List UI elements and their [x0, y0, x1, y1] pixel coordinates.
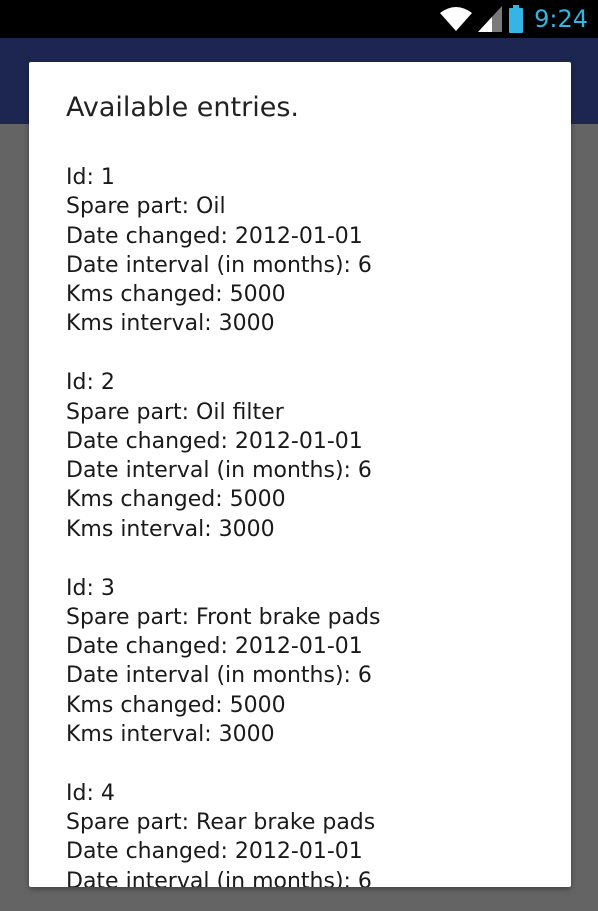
entry-kms-changed: Kms changed: 5000 [66, 692, 286, 718]
entry-kms-interval: Kms interval: 3000 [66, 311, 275, 337]
entry-item: Id: 2 Spare part: Oil filter Date changed:… [66, 368, 556, 544]
entry-date-interval: Date interval (in months): 6 [66, 252, 372, 278]
entry-item: Id: 3 Spare part: Front brake pads Date ch… [66, 574, 556, 750]
entry-item: Id: 1 Spare part: Oil Date changed: 2012-0… [66, 163, 556, 339]
status-icons: 9:24 [440, 4, 588, 34]
entry-date-changed: Date changed: 2012-01-01 [66, 428, 363, 454]
entry-date-changed: Date changed: 2012-01-01 [66, 839, 363, 865]
entry-spare-part: Spare part: Rear brake pads [66, 810, 376, 836]
entry-kms-changed: Kms changed: 5000 [66, 487, 286, 513]
wifi-icon [440, 6, 473, 32]
dialog-title: Available entries. [66, 92, 299, 123]
entry-kms-interval: Kms interval: 3000 [66, 516, 275, 542]
entry-spare-part: Spare part: Front brake pads [66, 604, 381, 630]
entry-kms-interval: Kms interval: 3000 [66, 722, 275, 748]
entries-list[interactable]: Id: 1 Spare part: Oil Date changed: 2012-0… [66, 163, 556, 887]
entry-date-changed: Date changed: 2012-01-01 [66, 634, 363, 660]
entry-date-interval: Date interval (in months): 6 [66, 458, 372, 484]
entry-id: Id: 3 [66, 575, 115, 601]
battery-icon [508, 5, 524, 33]
entry-date-interval: Date interval (in months): 6 [66, 663, 372, 689]
entry-date-changed: Date changed: 2012-01-01 [66, 223, 363, 249]
entry-spare-part: Spare part: Oil [66, 194, 226, 220]
entry-id: Id: 4 [66, 780, 115, 806]
entry-spare-part: Spare part: Oil filter [66, 399, 284, 425]
entry-item: Id: 4 Spare part: Rear brake pads Date cha… [66, 779, 556, 887]
entry-kms-changed: Kms changed: 5000 [66, 282, 286, 308]
status-bar: 9:24 [0, 0, 598, 38]
entry-id: Id: 1 [66, 165, 115, 190]
status-clock: 9:24 [534, 5, 588, 33]
signal-icon [478, 6, 503, 32]
entry-date-interval: Date interval (in months): 6 [66, 868, 372, 887]
entry-id: Id: 2 [66, 370, 115, 396]
entries-dialog: Available entries. Id: 1 Spare part: Oil D… [29, 62, 571, 887]
